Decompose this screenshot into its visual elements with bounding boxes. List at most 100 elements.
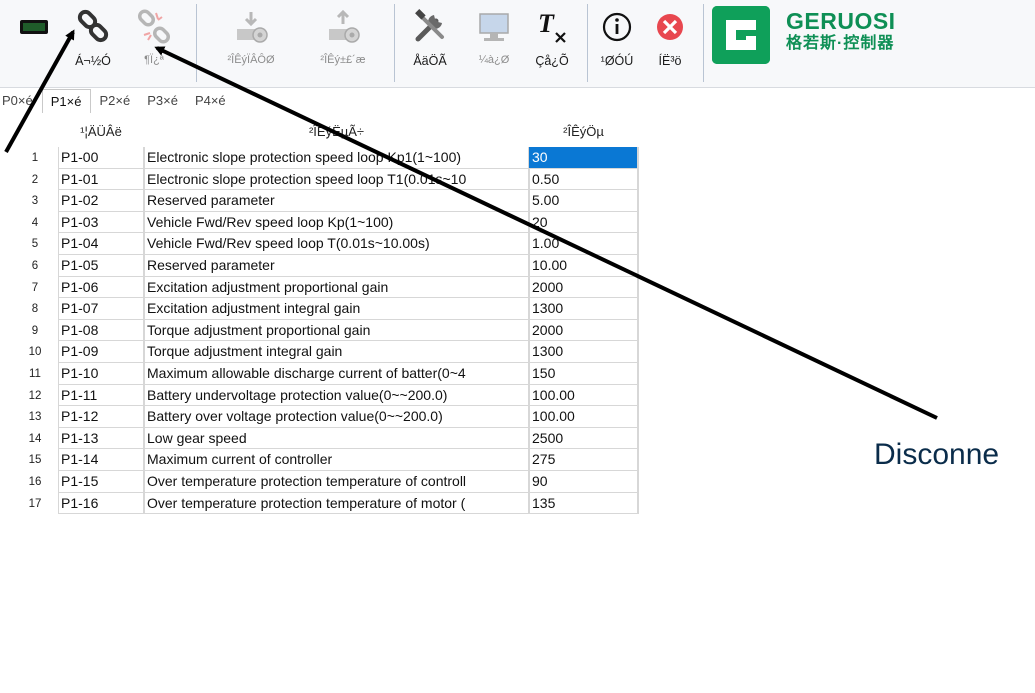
param-description-cell[interactable]: Excitation adjustment integral gain	[144, 298, 529, 320]
unlink-icon	[134, 6, 174, 48]
param-description-cell[interactable]: Over temperature protection temperature …	[144, 471, 529, 493]
param-description-cell[interactable]: Low gear speed	[144, 427, 529, 450]
param-value-cell[interactable]: 100.00	[529, 406, 638, 428]
param-description-cell[interactable]: Over temperature protection temperature …	[144, 492, 529, 515]
param-description-cell[interactable]: Torque adjustment proportional gain	[144, 319, 529, 342]
param-value-cell[interactable]: 135	[529, 492, 638, 515]
param-description-cell[interactable]: Vehicle Fwd/Rev speed loop T(0.01s~10.00…	[144, 233, 529, 255]
param-description-cell[interactable]: Maximum current of controller	[144, 449, 529, 471]
row-number: 13	[28, 411, 42, 424]
disconnect-label: ¶Ï¿ª	[144, 54, 164, 66]
grid-line	[638, 147, 639, 515]
row-number: 2	[31, 173, 39, 186]
disconnect-button[interactable]: ¶Ï¿ª	[130, 6, 178, 82]
parameter-download-button[interactable]: ²ÎÊýÏÂÔØ	[210, 6, 292, 82]
param-code-cell[interactable]: P1-12	[58, 406, 144, 428]
clear-format-icon: T	[532, 6, 572, 48]
download-icon	[231, 6, 271, 48]
device-icon	[17, 6, 51, 48]
parameter-save-label: ²ÎÊý±£´æ	[320, 54, 366, 66]
info-icon	[597, 6, 637, 48]
param-code-cell[interactable]: P1-11	[58, 384, 144, 407]
param-code-cell[interactable]: P1-08	[58, 319, 144, 342]
exit-button[interactable]: ÍË³ö	[647, 6, 693, 82]
logo-text-en: GERUOSI	[786, 8, 896, 34]
param-code-cell[interactable]: P1-10	[58, 363, 144, 385]
clear-button[interactable]: T Çå¿Õ	[524, 6, 580, 82]
toolbar-separator	[703, 4, 704, 82]
param-value-cell[interactable]: 150	[529, 363, 638, 385]
param-value-cell[interactable]: 275	[529, 449, 638, 471]
param-code-cell[interactable]: P1-13	[58, 427, 144, 450]
svg-text:T: T	[538, 9, 555, 38]
param-description-cell[interactable]: Battery undervoltage protection value(0~…	[144, 384, 529, 407]
tools-icon	[410, 6, 450, 48]
exit-label: ÍË³ö	[658, 54, 682, 68]
param-value-cell[interactable]: 100.00	[529, 384, 638, 407]
param-description-cell[interactable]: Reserved parameter	[144, 190, 529, 212]
param-code-cell[interactable]: P1-03	[58, 211, 144, 234]
logo-mark-icon	[712, 6, 770, 64]
column-header-code[interactable]: ¹¦ÄÜÂë	[58, 116, 144, 146]
param-description-cell[interactable]: Electronic slope protection speed loop K…	[144, 147, 529, 169]
param-value-cell[interactable]: 20	[529, 211, 638, 234]
upload-icon	[323, 6, 363, 48]
param-value-cell[interactable]: 5.00	[529, 190, 638, 212]
tab-p4[interactable]: P4×é	[187, 89, 235, 113]
param-description-cell[interactable]: Battery over voltage protection value(0~…	[144, 406, 529, 428]
param-value-cell[interactable]: 2500	[529, 427, 638, 450]
connect-button[interactable]: Á¬½Ó	[62, 6, 124, 82]
monitor-button[interactable]: ¼à¿Ø	[466, 6, 522, 82]
row-number: 17	[28, 497, 42, 510]
tab-p2[interactable]: P2×é	[91, 89, 139, 113]
tab-p3[interactable]: P3×é	[139, 89, 187, 113]
logo-text-cn: 格若斯·控制器	[786, 35, 895, 52]
row-number: 11	[29, 368, 41, 380]
param-code-cell[interactable]: P1-09	[58, 341, 144, 363]
param-description-cell[interactable]: Electronic slope protection speed loop T…	[144, 168, 529, 191]
param-code-cell[interactable]: P1-04	[58, 233, 144, 255]
row-number: 12	[28, 389, 42, 402]
param-code-cell[interactable]: P1-05	[58, 255, 144, 277]
parameter-download-label: ²ÎÊýÏÂÔØ	[227, 54, 275, 66]
param-code-cell[interactable]: P1-02	[58, 190, 144, 212]
param-value-cell[interactable]: 1300	[529, 341, 638, 363]
param-value-cell[interactable]: 2000	[529, 319, 638, 342]
param-description-cell[interactable]: Vehicle Fwd/Rev speed loop Kp(1~100)	[144, 211, 529, 234]
param-value-cell[interactable]: 1300	[529, 298, 638, 320]
param-value-cell[interactable]: 0.50	[529, 168, 638, 191]
param-description-cell[interactable]: Excitation adjustment proportional gain	[144, 276, 529, 299]
param-description-cell[interactable]: Torque adjustment integral gain	[144, 341, 529, 363]
about-button[interactable]: ¹ØÓÚ	[592, 6, 642, 82]
toolbar-separator	[394, 4, 395, 82]
param-description-cell[interactable]: Maximum allowable discharge current of b…	[144, 363, 529, 385]
annotation-text: Disconne	[874, 438, 1000, 471]
param-code-cell[interactable]: P1-14	[58, 449, 144, 471]
column-header-value[interactable]: ²ÎÊýÖµ	[529, 116, 638, 146]
tab-p0[interactable]: P0×é	[0, 89, 42, 113]
toolbar: Á¬½Ó ¶Ï¿ª ²ÎÊýÏÂÔØ ²ÎÊý±£´æ ÅäÖÃ ¼à¿Ø T …	[0, 0, 1035, 88]
param-code-cell[interactable]: P1-00	[58, 147, 144, 169]
param-code-cell[interactable]: P1-01	[58, 168, 144, 191]
param-value-cell[interactable]: 2000	[529, 276, 638, 299]
config-label: ÅäÖÃ	[413, 54, 447, 68]
clear-label: Çå¿Õ	[535, 54, 569, 68]
toolbar-separator	[196, 4, 197, 82]
param-value-cell[interactable]: 90	[529, 471, 638, 493]
param-description-cell[interactable]: Reserved parameter	[144, 255, 529, 277]
about-label: ¹ØÓÚ	[600, 54, 634, 68]
param-code-cell[interactable]: P1-06	[58, 276, 144, 299]
tab-p1[interactable]: P1×é	[41, 89, 92, 113]
row-number: 7	[31, 281, 39, 294]
param-value-cell[interactable]: 30	[529, 147, 638, 169]
param-value-cell[interactable]: 10.00	[529, 255, 638, 277]
param-code-cell[interactable]: P1-16	[58, 492, 144, 515]
column-header-description[interactable]: ²ÎÊýËµÃ÷	[144, 116, 529, 146]
param-value-cell[interactable]: 1.00	[529, 233, 638, 255]
row-number: 3	[31, 195, 39, 208]
config-button[interactable]: ÅäÖÃ	[402, 6, 458, 82]
parameter-save-button[interactable]: ²ÎÊý±£´æ	[302, 6, 384, 82]
param-code-cell[interactable]: P1-15	[58, 471, 144, 493]
param-code-cell[interactable]: P1-07	[58, 298, 144, 320]
row-number: 6	[31, 260, 39, 272]
